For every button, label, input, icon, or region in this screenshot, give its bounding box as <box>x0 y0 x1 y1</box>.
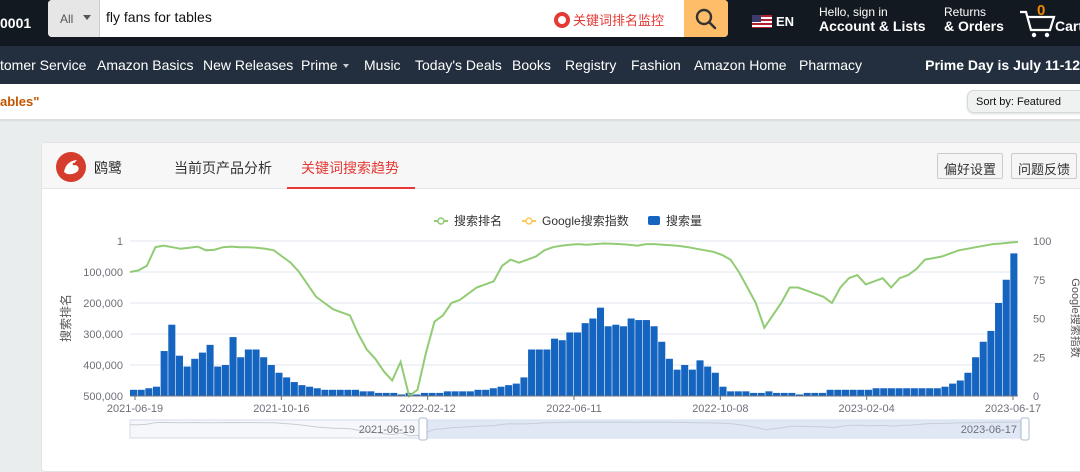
preferences-button[interactable]: 偏好设置 <box>937 153 1004 179</box>
search-box: All fly fans for tables 关键词排名监控 <box>48 0 728 37</box>
delivery-zip[interactable]: 0001 <box>0 15 31 31</box>
chevron-down-icon <box>83 15 91 20</box>
monitor-icon <box>554 11 570 28</box>
search-input[interactable]: fly fans for tables <box>106 9 212 25</box>
results-bar: ables" Sort by: Featured <box>0 84 1080 120</box>
panel-header: 鸥鹭 当前页产品分析 关键词搜索趋势 偏好设置 问题反馈 <box>42 143 1080 189</box>
returns-orders-link[interactable]: Returns & Orders <box>944 5 1004 33</box>
language-selector[interactable]: EN <box>752 14 794 29</box>
cart-button[interactable]: 0 Cart <box>1018 2 1080 40</box>
bird-logo-icon <box>64 160 79 175</box>
search-icon <box>695 8 717 30</box>
caret-down-icon <box>342 64 349 69</box>
nav-registry[interactable]: Registry <box>565 57 616 73</box>
search-category-label: All <box>60 12 74 26</box>
nav-pharmacy[interactable]: Pharmacy <box>799 57 862 73</box>
nav-prime[interactable]: Prime <box>301 57 349 73</box>
search-button[interactable] <box>684 0 728 37</box>
account-greeting: Hello, sign in <box>819 5 888 19</box>
returns-label: Returns <box>944 5 987 19</box>
nav-todays-deals[interactable]: Today's Deals <box>415 57 502 73</box>
sort-dropdown[interactable]: Sort by: Featured <box>967 90 1080 113</box>
keyword-monitor-link[interactable]: 关键词排名监控 <box>554 10 664 29</box>
search-category-select[interactable]: All <box>48 0 100 37</box>
active-tab-indicator <box>287 187 415 189</box>
sort-value: Featured <box>1016 96 1061 108</box>
nav-bar: tomer Service Amazon Basics New Releases… <box>0 46 1080 84</box>
language-label: EN <box>776 14 795 29</box>
keyword-monitor-label: 关键词排名监控 <box>573 13 665 28</box>
account-label: Account & Lists <box>819 18 926 34</box>
orders-label: & Orders <box>944 18 1004 34</box>
nav-prime-label: Prime <box>301 57 338 73</box>
nav-new-releases[interactable]: New Releases <box>203 57 293 73</box>
results-query-text: ables" <box>0 94 40 109</box>
nav-amazon-basics[interactable]: Amazon Basics <box>97 57 193 73</box>
top-bar: 0001 All fly fans for tables 关键词排名监控 EN … <box>0 0 1080 46</box>
nav-books[interactable]: Books <box>512 57 551 73</box>
nav-amazon-home[interactable]: Amazon Home <box>694 57 787 73</box>
prime-day-promo[interactable]: Prime Day is July 11-12 <box>925 57 1080 73</box>
nav-music[interactable]: Music <box>364 57 401 73</box>
ouly-logo-icon <box>56 152 86 182</box>
tab-keyword-trend[interactable]: 关键词搜索趋势 <box>301 158 399 178</box>
cart-count: 0 <box>1037 2 1046 19</box>
us-flag-icon <box>752 15 772 28</box>
tab-product-analysis[interactable]: 当前页产品分析 <box>174 158 272 178</box>
cart-label: Cart <box>1055 18 1080 34</box>
account-menu[interactable]: Hello, sign in Account & Lists <box>819 5 926 33</box>
nav-customer-service[interactable]: tomer Service <box>0 57 86 73</box>
nav-fashion[interactable]: Fashion <box>631 57 681 73</box>
plugin-name: 鸥鹭 <box>94 160 122 176</box>
keyword-trend-panel: 鸥鹭 当前页产品分析 关键词搜索趋势 偏好设置 问题反馈 <box>41 142 1080 472</box>
sort-label: Sort by: <box>976 96 1014 108</box>
feedback-button[interactable]: 问题反馈 <box>1011 153 1078 179</box>
